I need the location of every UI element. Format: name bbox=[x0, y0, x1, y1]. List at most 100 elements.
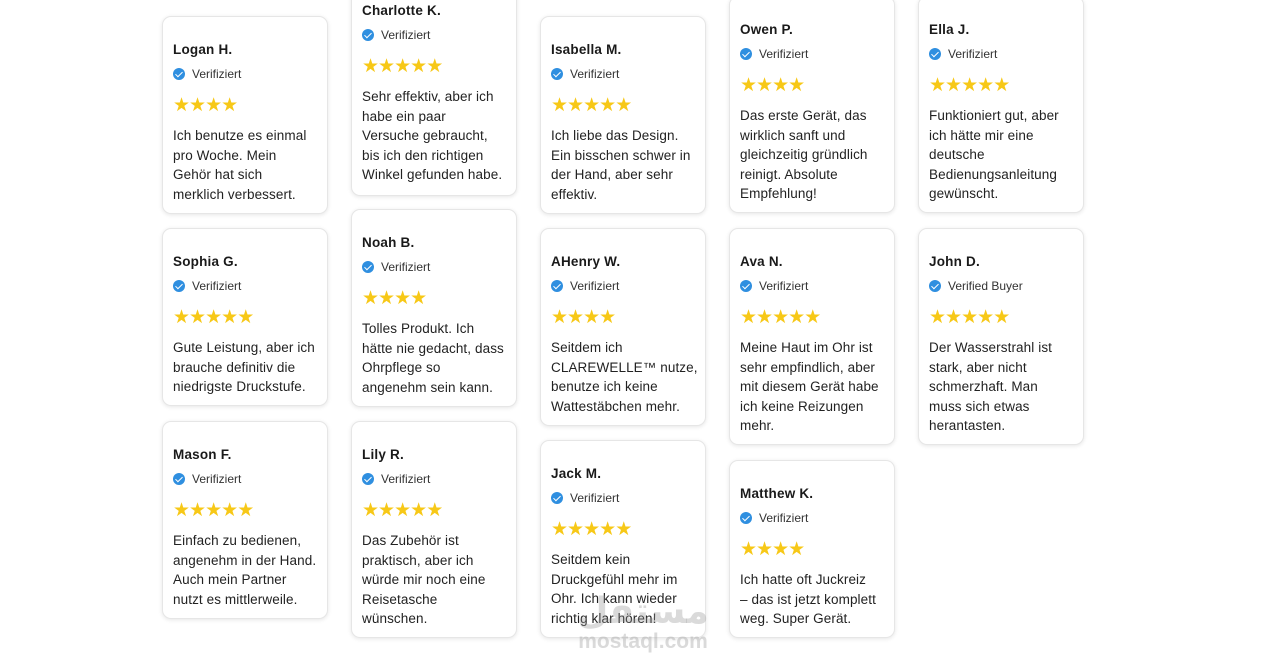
review-text-line: muss sich etwas bbox=[929, 398, 1030, 414]
verified-label: Verifiziert bbox=[759, 47, 809, 61]
verified-badge: Verifiziert bbox=[362, 472, 430, 486]
review-text-line: weg. Super Gerät. bbox=[740, 611, 852, 627]
review-text: Seitdem ich CLAREWELLE™ nutze, benutze ich… bbox=[551, 338, 701, 416]
star-icon: ★ bbox=[977, 307, 994, 328]
star-icon: ★ bbox=[221, 95, 238, 116]
review-text-line: Ohrpflege so bbox=[362, 360, 441, 376]
star-icon: ★ bbox=[977, 75, 994, 96]
review-text-line: Reisetasche bbox=[362, 591, 438, 607]
verified-badge: Verifiziert bbox=[740, 279, 808, 293]
review-text: Ich liebe das Design. Ein bisschen schwer… bbox=[551, 126, 701, 204]
review-card: Noah B. Verifiziert ★★★★ Tolles Produkt. Ic… bbox=[351, 209, 517, 407]
review-text-line: praktisch, aber ich bbox=[362, 552, 474, 568]
review-card: Charlotte K. Verifiziert ★★★★★ Sehr effekti… bbox=[351, 0, 517, 196]
star-icon: ★ bbox=[615, 519, 632, 540]
review-text-line: Druckgefühl mehr im bbox=[551, 571, 678, 587]
star-icon: ★ bbox=[205, 500, 222, 521]
reviewer-name: Jack M. bbox=[551, 466, 602, 481]
review-text-line: gleichzeitig gründlich bbox=[740, 147, 868, 163]
star-icon: ★ bbox=[929, 307, 946, 328]
star-icon: ★ bbox=[567, 307, 584, 328]
review-text-line: Versuche gebraucht, bbox=[362, 128, 488, 144]
review-text-line: sehr empfindlich, aber bbox=[740, 359, 876, 375]
star-icon: ★ bbox=[551, 307, 568, 328]
star-icon: ★ bbox=[189, 500, 206, 521]
review-text-line: mit diesem Gerät habe bbox=[740, 379, 879, 395]
verified-check-icon bbox=[740, 512, 752, 524]
star-icon: ★ bbox=[583, 95, 600, 116]
verified-label: Verifiziert bbox=[192, 279, 242, 293]
verified-label: Verifiziert bbox=[759, 279, 809, 293]
verified-check-icon bbox=[362, 261, 374, 273]
star-icon: ★ bbox=[756, 75, 773, 96]
verified-label: Verifiziert bbox=[381, 472, 431, 486]
review-text: Sehr effektiv, aber ich habe ein paar Vers… bbox=[362, 87, 512, 185]
verified-check-icon bbox=[362, 29, 374, 41]
star-icon: ★ bbox=[205, 95, 222, 116]
star-icon: ★ bbox=[237, 500, 254, 521]
review-card: Mason F. Verifiziert ★★★★★ Einfach zu bedie… bbox=[162, 421, 328, 619]
review-text-line: niedrigste Druckstufe. bbox=[173, 379, 306, 395]
star-rating: ★★★★ bbox=[551, 307, 616, 328]
review-text: Funktioniert gut, aber ich hätte mir eine… bbox=[929, 106, 1079, 204]
star-rating: ★★★★★ bbox=[551, 519, 632, 540]
review-card: Ava N. Verifiziert ★★★★★ Meine Haut im Ohr … bbox=[729, 228, 895, 445]
star-rating: ★★★★★ bbox=[929, 75, 1010, 96]
star-icon: ★ bbox=[961, 307, 978, 328]
star-icon: ★ bbox=[426, 500, 443, 521]
star-icon: ★ bbox=[567, 95, 584, 116]
review-text-line: Funktioniert gut, aber bbox=[929, 108, 1059, 123]
review-card: Matthew K. Verifiziert ★★★★ Ich hatte oft J… bbox=[729, 460, 895, 638]
review-text-line: ich hätte mir eine bbox=[929, 127, 1034, 143]
review-text-line: Das Zubehör ist bbox=[362, 533, 459, 548]
review-text: Ich benutze es einmal pro Woche. Mein Gehö… bbox=[173, 126, 323, 204]
star-rating: ★★★★★ bbox=[173, 307, 254, 328]
star-icon: ★ bbox=[929, 75, 946, 96]
star-rating: ★★★★★ bbox=[173, 500, 254, 521]
review-text-line: Bedienungsanleitung bbox=[929, 166, 1058, 182]
review-card: Ella J. Verifiziert ★★★★★ Funktioniert gut,… bbox=[918, 0, 1084, 213]
star-icon: ★ bbox=[426, 56, 443, 77]
star-icon: ★ bbox=[740, 307, 757, 328]
review-text-line: der Hand, aber sehr bbox=[551, 167, 673, 183]
star-icon: ★ bbox=[788, 539, 805, 560]
review-text-line: deutsche bbox=[929, 147, 985, 163]
review-text-line: Seitdem kein bbox=[551, 552, 631, 567]
verified-badge: Verifiziert bbox=[362, 28, 430, 42]
verified-check-icon bbox=[173, 68, 185, 80]
review-text-line: Winkel gefunden habe. bbox=[362, 167, 503, 183]
reviewer-name: Charlotte K. bbox=[362, 3, 441, 18]
star-icon: ★ bbox=[378, 500, 395, 521]
star-icon: ★ bbox=[362, 500, 379, 521]
star-icon: ★ bbox=[599, 307, 616, 328]
star-rating: ★★★★ bbox=[740, 539, 805, 560]
star-icon: ★ bbox=[583, 519, 600, 540]
star-icon: ★ bbox=[945, 307, 962, 328]
star-icon: ★ bbox=[551, 95, 568, 116]
star-rating: ★★★★★ bbox=[740, 307, 821, 328]
star-icon: ★ bbox=[599, 95, 616, 116]
star-icon: ★ bbox=[362, 56, 379, 77]
star-icon: ★ bbox=[993, 307, 1010, 328]
star-icon: ★ bbox=[173, 95, 190, 116]
review-text-line: Empfehlung! bbox=[740, 186, 817, 202]
verified-label: Verifiziert bbox=[570, 67, 620, 81]
star-icon: ★ bbox=[221, 307, 238, 328]
reviewer-name: AHenry W. bbox=[551, 254, 621, 269]
review-text-line: habe ein paar bbox=[362, 108, 446, 124]
verified-badge: Verifiziert bbox=[740, 47, 808, 61]
reviewer-name: Lily R. bbox=[362, 447, 404, 462]
review-text: Das erste Gerät, das wirklich sanft und gl… bbox=[740, 106, 890, 204]
review-card: AHenry W. Verifiziert ★★★★ Seitdem ich CLARE… bbox=[540, 228, 706, 426]
review-text: Tolles Produkt. Ich hätte nie gedacht, da… bbox=[362, 319, 512, 397]
review-text-line: Sehr effektiv, aber ich bbox=[362, 89, 494, 104]
verified-check-icon bbox=[929, 48, 941, 60]
review-text-line: Meine Haut im Ohr ist bbox=[740, 340, 873, 355]
verified-label: Verified Buyer bbox=[948, 279, 1023, 293]
review-text-line: brauche definitiv die bbox=[173, 359, 296, 375]
verified-check-icon bbox=[173, 473, 185, 485]
review-text-line: angenehm in der Hand. bbox=[173, 552, 317, 568]
reviewer-name: Ava N. bbox=[740, 254, 783, 269]
verified-label: Verifiziert bbox=[192, 472, 242, 486]
review-text-line: Gehör hat sich bbox=[173, 167, 263, 183]
